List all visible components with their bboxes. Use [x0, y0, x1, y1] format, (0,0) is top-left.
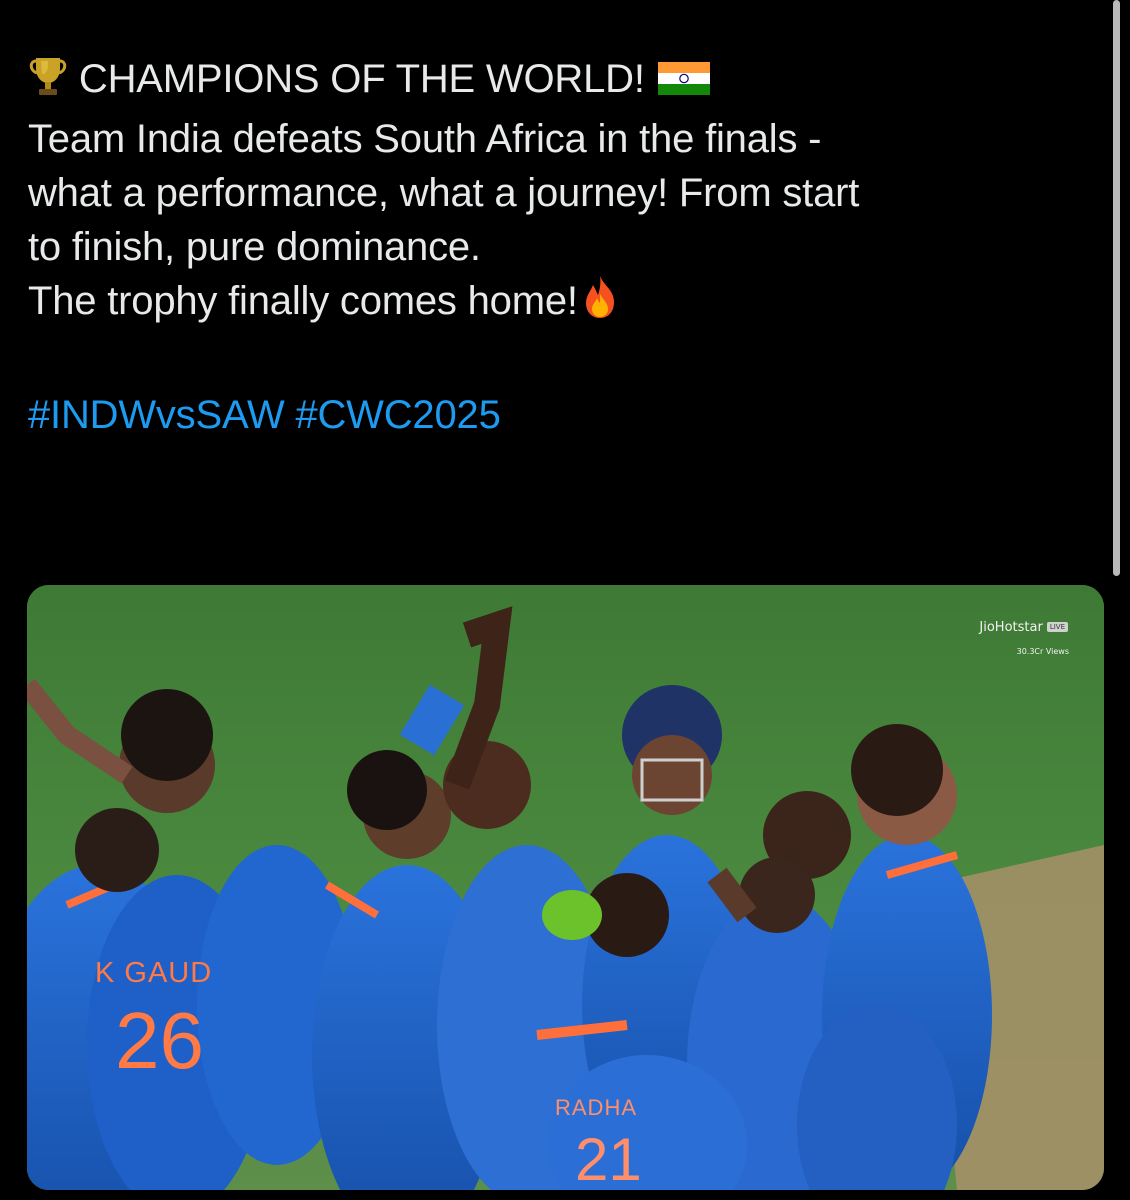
- view-count: 30.3Cr Views: [1016, 647, 1069, 656]
- jersey-number: 26: [115, 996, 204, 1085]
- hashtag-row: #INDWvsSAW #CWC2025: [28, 388, 1088, 442]
- india-flag-icon: [656, 58, 712, 112]
- hashtag-link[interactable]: #CWC2025: [295, 393, 500, 437]
- post-line: what a performance, what a journey! From…: [28, 171, 860, 215]
- trophy-icon: [28, 54, 68, 112]
- post-headline-line: CHAMPIONS OF THE WORLD!: [28, 52, 1088, 112]
- live-badge: LIVE: [1046, 622, 1068, 632]
- post-line: Team India defeats South Africa in the f…: [28, 117, 822, 161]
- jersey-name: RADHA: [555, 1095, 638, 1120]
- post-text: CHAMPIONS OF THE WORLD! Team India defea…: [28, 52, 1088, 442]
- closing-text: The trophy finally comes home!: [28, 279, 578, 323]
- headline-text: CHAMPIONS OF THE WORLD!: [78, 57, 645, 101]
- fire-icon: [578, 274, 622, 334]
- post-media-image[interactable]: JioHotstar LIVE 30.3Cr Views K GAUD 26 RA…: [27, 585, 1104, 1190]
- broadcaster-logo: JioHotstar LIVE: [979, 620, 1068, 635]
- broadcaster-name: JioHotstar: [979, 620, 1043, 635]
- hashtag-link[interactable]: #INDWvsSAW: [28, 393, 285, 437]
- jersey-number: 21: [575, 1126, 642, 1190]
- jersey-name: K GAUD: [95, 957, 213, 989]
- post-line-last: The trophy finally comes home!: [28, 274, 1088, 334]
- post-line: to finish, pure dominance.: [28, 225, 481, 269]
- scrollbar[interactable]: [1113, 0, 1120, 576]
